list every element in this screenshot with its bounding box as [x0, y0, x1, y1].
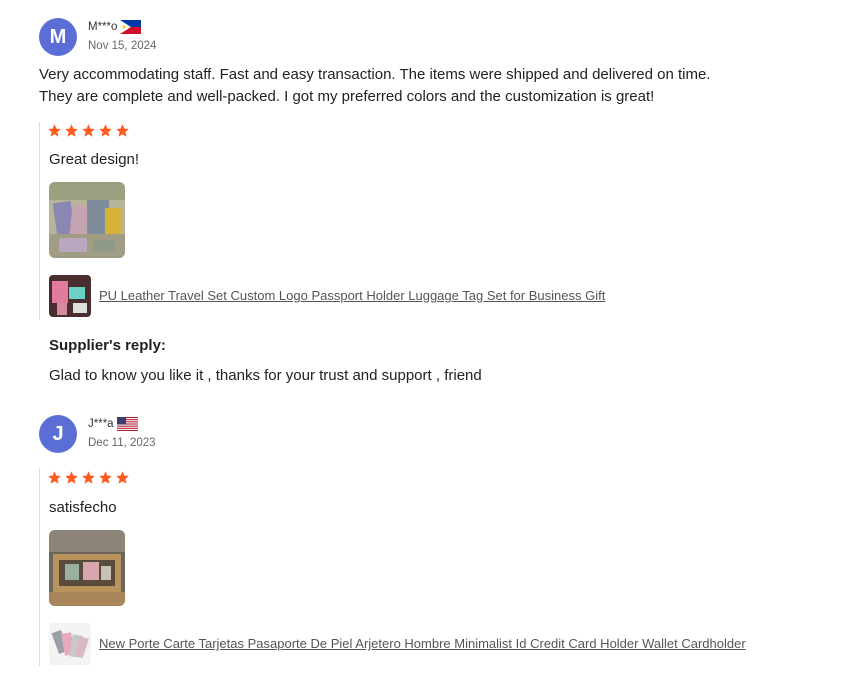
star-rating: [47, 470, 130, 485]
review-date: Dec 11, 2023: [88, 437, 156, 449]
product-thumbnail[interactable]: [49, 623, 91, 665]
review-comment: satisfecho: [49, 499, 117, 516]
star-icon: [116, 471, 129, 484]
star-icon: [82, 471, 95, 484]
reviewer-name: J***a: [88, 418, 114, 430]
review-detail-divider: [39, 468, 40, 666]
star-icon: [65, 471, 78, 484]
reviewer-info: J***a: [88, 417, 138, 431]
review-photo[interactable]: [49, 530, 125, 606]
star-icon: [99, 471, 112, 484]
star-icon: [48, 471, 61, 484]
product-link[interactable]: New Porte Carte Tarjetas Pasaporte De Pi…: [99, 636, 746, 651]
avatar: J: [39, 415, 77, 453]
usa-flag-icon: [116, 417, 138, 431]
review-card: J J***a Dec 11, 2023 satisfecho New Port…: [0, 0, 854, 680]
